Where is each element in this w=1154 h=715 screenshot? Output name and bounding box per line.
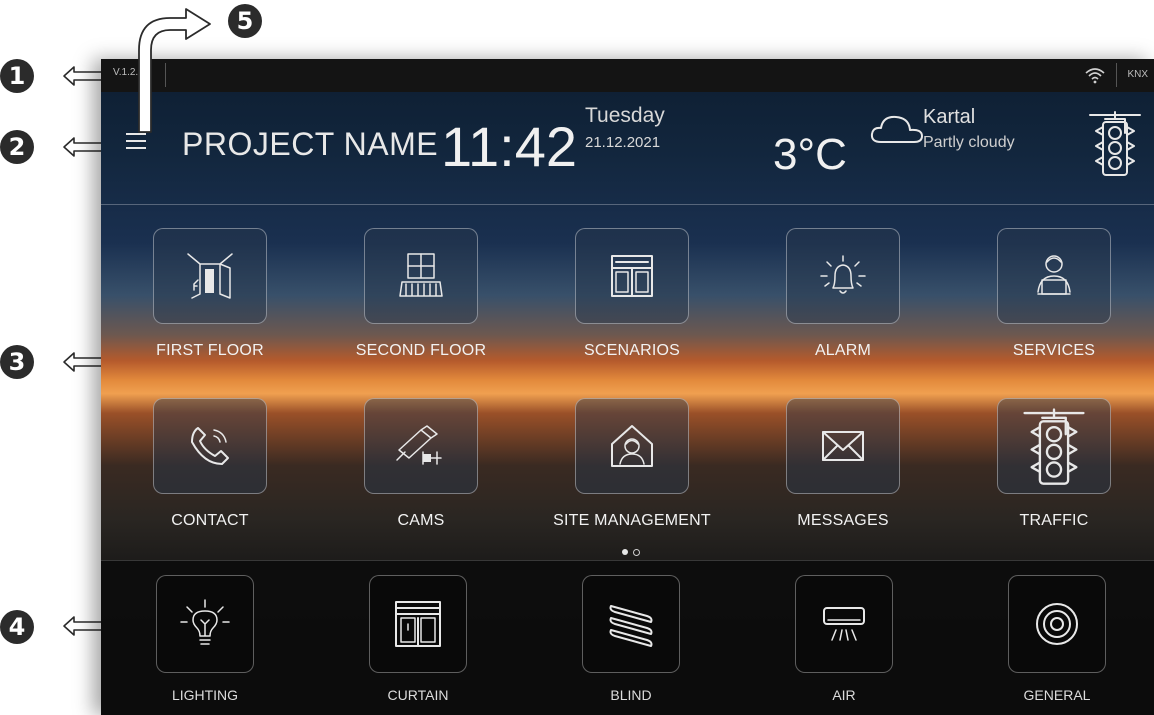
tile-label: SECOND FLOOR [355, 342, 487, 359]
bottom-item-blind[interactable]: BLIND [551, 575, 711, 703]
bottom-button[interactable] [582, 575, 680, 673]
tile-button[interactable] [364, 398, 478, 494]
tile-label: SERVICES [1012, 342, 1096, 359]
tile-cams[interactable]: CAMS [331, 398, 511, 530]
callout-marker-4: 4 [0, 610, 34, 644]
weather-location: Kartal [923, 106, 976, 128]
tile-label: CAMS [397, 512, 445, 529]
envelope-icon [822, 431, 864, 461]
phone-icon [191, 427, 229, 465]
security-camera-icon [396, 425, 442, 465]
bottom-item-general[interactable]: GENERAL [977, 575, 1137, 703]
bottom-button[interactable] [156, 575, 254, 673]
header: PROJECT NAME 11:42 Tuesday 21.12.2021 3°… [101, 92, 1154, 204]
weekday: Tuesday [585, 104, 665, 127]
bottom-item-air[interactable]: AIR [764, 575, 924, 703]
tile-button[interactable] [364, 228, 478, 324]
tile-button[interactable] [575, 228, 689, 324]
bottom-label: LIGHTING [171, 687, 239, 703]
cloud-icon [870, 115, 923, 143]
callout-marker-3: 3 [0, 345, 34, 379]
tile-button[interactable] [997, 398, 1111, 494]
house-person-icon [611, 425, 653, 467]
version-label: V.1.2.3 [113, 67, 144, 78]
tile-button[interactable] [786, 398, 900, 494]
tile-label: SITE MANAGEMENT [553, 512, 711, 529]
window-balcony-icon [399, 253, 443, 297]
tile-second-floor[interactable]: SECOND FLOOR [331, 228, 511, 360]
bottom-button[interactable] [369, 575, 467, 673]
bottom-label: CURTAIN [387, 687, 449, 703]
date: 21.12.2021 [585, 134, 661, 151]
tile-button[interactable] [153, 398, 267, 494]
tile-label: ALARM [814, 342, 872, 359]
traffic-light-icon [1023, 408, 1085, 485]
tile-label: SCENARIOS [583, 342, 681, 359]
clock: 11:42 [441, 115, 577, 178]
status-bar: V.1.2.3 KNX [101, 59, 1154, 92]
tile-button[interactable] [153, 228, 267, 324]
tile-traffic[interactable]: TRAFFIC [964, 398, 1144, 530]
person-laptop-icon [1037, 255, 1071, 295]
tile-alarm[interactable]: ALARM [753, 228, 933, 360]
temperature: 3°C [773, 130, 847, 179]
page-dot-active[interactable] [622, 549, 628, 555]
door-room-icon [187, 253, 233, 299]
curtain-icon [395, 601, 441, 647]
traffic-light-icon[interactable] [1086, 109, 1144, 177]
bottom-button[interactable] [795, 575, 893, 673]
tile-first-floor[interactable]: FIRST FLOOR [120, 228, 300, 360]
knx-label: KNX [1127, 69, 1148, 80]
tile-button[interactable] [786, 228, 900, 324]
blind-icon [609, 605, 653, 647]
tile-label: MESSAGES [797, 512, 889, 529]
bottom-label: GENERAL [1023, 687, 1091, 703]
tile-contact[interactable]: CONTACT [120, 398, 300, 530]
general-target-icon [1036, 603, 1078, 645]
tile-messages[interactable]: MESSAGES [753, 398, 933, 530]
bottom-item-lighting[interactable]: LIGHTING [125, 575, 285, 703]
bottom-label: AIR [832, 687, 856, 703]
weather-condition: Partly cloudy [923, 134, 1015, 151]
bottom-item-curtain[interactable]: CURTAIN [338, 575, 498, 703]
tile-button[interactable] [575, 398, 689, 494]
callout-marker-1: 1 [0, 59, 34, 93]
bottom-bar: LIGHTING CURTAIN BLIND AIR GENERAL [101, 560, 1154, 715]
callout-marker-5: 5 [228, 4, 262, 38]
bottom-button[interactable] [1008, 575, 1106, 673]
layout-icon [611, 255, 653, 297]
project-name: PROJECT NAME [182, 126, 439, 162]
lightbulb-icon [180, 599, 230, 645]
tile-scenarios[interactable]: SCENARIOS [542, 228, 722, 360]
divider [101, 204, 1154, 205]
tile-button[interactable] [997, 228, 1111, 324]
tile-site-management[interactable]: SITE MANAGEMENT [542, 398, 722, 530]
page-dot[interactable] [633, 549, 640, 556]
wifi-icon [1085, 68, 1105, 84]
divider [1116, 63, 1117, 87]
bottom-label: BLIND [610, 687, 652, 703]
tile-label: TRAFFIC [1019, 512, 1089, 529]
air-conditioner-icon [823, 607, 865, 641]
tile-label: FIRST FLOOR [156, 342, 264, 359]
callout-marker-2: 2 [0, 130, 34, 164]
home-screen: V.1.2.3 KNX PROJECT NAME 11:42 Tuesday 2… [101, 59, 1154, 715]
divider [165, 63, 166, 87]
page-indicator[interactable] [620, 547, 644, 557]
hamburger-menu-icon[interactable] [126, 133, 146, 149]
tile-services[interactable]: SERVICES [964, 228, 1144, 360]
bell-icon [820, 255, 866, 294]
tile-label: CONTACT [171, 512, 249, 529]
